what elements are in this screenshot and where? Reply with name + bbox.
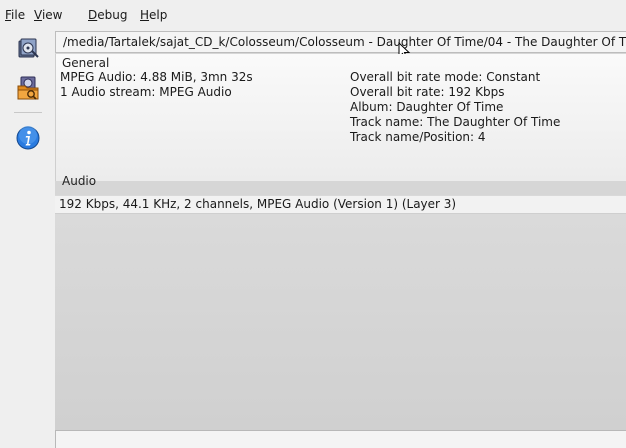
- about-button[interactable]: [14, 124, 42, 152]
- open-file-button[interactable]: [14, 34, 42, 62]
- empty-details-area: [55, 214, 626, 430]
- status-bar: [55, 430, 626, 448]
- general-left-line: 1 Audio stream: MPEG Audio: [60, 85, 232, 99]
- general-section-label: General: [62, 56, 110, 70]
- audio-details-text: 192 Kbps, 44.1 KHz, 2 channels, MPEG Aud…: [59, 197, 457, 211]
- toolbar-separator: [14, 112, 42, 113]
- open-folder-button[interactable]: [14, 74, 42, 102]
- menu-bar: File View Debug Help: [0, 0, 626, 30]
- general-right-line: Album: Daughter Of Time: [350, 100, 504, 114]
- general-right-column: Overall bit rate mode: Constant Overall …: [350, 70, 560, 145]
- main-panel: /media/Tartalek/sajat_CD_k/Colosseum/Col…: [55, 31, 626, 448]
- menu-view[interactable]: View: [34, 8, 62, 22]
- audio-section-label: Audio: [62, 174, 97, 188]
- menu-help[interactable]: Help: [140, 8, 167, 22]
- left-toolbar: [0, 30, 54, 448]
- general-left-line: MPEG Audio: 4.88 MiB, 3mn 32s: [60, 70, 253, 84]
- menu-debug[interactable]: Debug: [88, 8, 127, 22]
- open-folder-icon: [17, 76, 39, 100]
- general-right-line: Overall bit rate: 192 Kbps: [350, 85, 505, 99]
- menu-file[interactable]: File: [5, 8, 25, 22]
- general-left-column: MPEG Audio: 4.88 MiB, 3mn 32s 1 Audio st…: [60, 70, 253, 100]
- general-right-line: Track name: The Daughter Of Time: [350, 115, 561, 129]
- audio-details-row: 192 Kbps, 44.1 KHz, 2 channels, MPEG Aud…: [55, 195, 626, 214]
- general-info-panel: General MPEG Audio: 4.88 MiB, 3mn 32s 1 …: [55, 54, 626, 188]
- general-right-line: Track name/Position: 4: [350, 130, 486, 144]
- file-path-bar[interactable]: /media/Tartalek/sajat_CD_k/Colosseum/Col…: [55, 31, 626, 53]
- general-right-line: Overall bit rate mode: Constant: [350, 70, 541, 84]
- file-path-text: /media/Tartalek/sajat_CD_k/Colosseum/Col…: [63, 35, 626, 49]
- open-file-icon: [18, 38, 39, 58]
- about-info-icon: [16, 126, 40, 150]
